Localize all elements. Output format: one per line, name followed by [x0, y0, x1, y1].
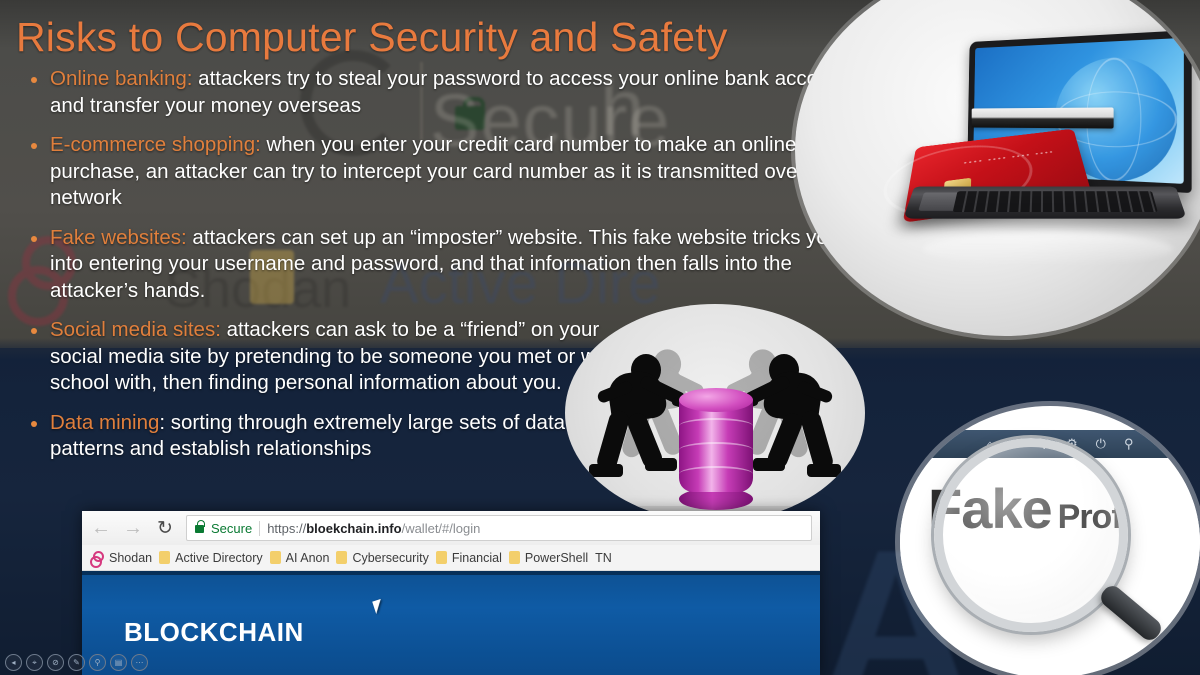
bookmark-label: Active Directory	[175, 550, 263, 565]
database-cylinder-icon	[679, 388, 753, 510]
bullet-label: Fake websites:	[50, 225, 187, 249]
laptop-base	[903, 186, 1187, 219]
presentation-slide: Secure h Shodan Active Dire A Risks to C…	[0, 0, 1200, 675]
bookmark-ai-anon[interactable]: AI Anon	[269, 550, 330, 565]
site-logo: BLOCKCHAIN	[124, 617, 304, 647]
url-text: https://bloekchain.info/wallet/#/login	[267, 521, 480, 536]
omnibox-divider	[259, 520, 261, 536]
back-button[interactable]: ←	[90, 517, 112, 540]
bullet-label: E-commerce shopping:	[50, 133, 261, 156]
bullet-dot-icon	[31, 77, 37, 83]
miner-foot-back	[589, 464, 623, 477]
browser-screenshot: ← → ↻ Secure https://bloekchain.info/wal…	[82, 511, 820, 675]
laptop-keyboard	[952, 191, 1158, 213]
url-scheme: https://	[267, 520, 307, 536]
url-path: /wallet/#/login	[401, 520, 481, 536]
folder-icon	[508, 551, 520, 564]
bookmark-active-directory[interactable]: Active Directory	[159, 551, 263, 565]
bookmark-label: PowerShell	[524, 550, 589, 565]
bullet-dot-icon	[31, 235, 37, 242]
bookmark-label: Cybersecurity	[352, 550, 429, 565]
url-host: bloekchain.info	[306, 520, 402, 536]
list-item: Online banking: attackers try to steal y…	[20, 66, 850, 119]
slide-menu-button[interactable]: ▤	[110, 654, 127, 671]
miner-foot-back	[807, 464, 841, 477]
previous-slide-button[interactable]: ◂	[5, 654, 22, 671]
bullet-dot-icon	[31, 328, 37, 334]
data-mining-illustration	[565, 304, 865, 522]
bookmark-tn[interactable]: TN	[595, 551, 612, 565]
more-options-button[interactable]: ⋯	[131, 654, 148, 671]
pen-button[interactable]: ⊘	[47, 654, 64, 671]
bookmark-label: TN	[595, 550, 612, 565]
bullet-label: Online banking:	[50, 67, 193, 90]
bookmarks-bar: Shodan Active Directory AI Anon Cybersec…	[82, 545, 820, 571]
forward-button[interactable]: →	[122, 517, 144, 540]
shodan-icon	[90, 550, 104, 568]
reload-button[interactable]: ↻	[154, 517, 176, 540]
lock-icon	[195, 520, 205, 533]
bookmark-label: AI Anon	[285, 550, 330, 565]
pointer-button[interactable]: ⌖	[26, 654, 43, 671]
list-item: Fake websites: attackers can set up an “…	[20, 225, 850, 305]
folder-icon	[435, 551, 447, 564]
bookmark-label: Shodan	[109, 550, 153, 565]
browser-toolbar: ← → ↻ Secure https://bloekchain.info/wal…	[82, 511, 820, 545]
search-icon[interactable]: ⚲	[1124, 436, 1134, 452]
database-body	[679, 400, 753, 492]
power-icon[interactable]: ⏻	[1096, 436, 1106, 452]
address-bar[interactable]: Secure https://bloekchain.info/wallet/#/…	[186, 515, 812, 541]
bookmark-shodan[interactable]: Shodan	[90, 550, 153, 568]
bookmark-label: Financial	[451, 550, 502, 565]
security-status-label: Secure	[211, 520, 253, 536]
magnifier-lens-icon	[934, 438, 1128, 632]
highlighter-button[interactable]: ✎	[68, 654, 85, 671]
bullet-label: Data mining	[50, 410, 160, 434]
database-top	[679, 388, 753, 412]
bookmark-financial[interactable]: Financial	[435, 550, 502, 565]
bookmark-cybersecurity[interactable]: Cybersecurity	[336, 550, 429, 565]
bookmark-powershell[interactable]: PowerShell	[508, 550, 589, 565]
presenter-toolbar: ◂ ⌖ ⊘ ✎ ⚲ ▤ ⋯	[5, 654, 148, 671]
site-content: BLOCKCHAIN	[82, 571, 820, 675]
slide-title: Risks to Computer Security and Safety	[16, 14, 728, 60]
bullet-dot-icon	[31, 143, 37, 149]
laptop-reflection	[923, 232, 1173, 266]
fake-profile-illustration: ⌂ ✉ ? ⚙ ⏻ ⚲ FakeProf	[900, 406, 1200, 675]
folder-icon	[159, 551, 171, 564]
miner-foot-front	[753, 458, 785, 471]
miner-foot-front	[645, 458, 677, 471]
folder-icon	[269, 551, 281, 564]
zoom-button[interactable]: ⚲	[89, 654, 106, 671]
bullet-label: Social media sites:	[50, 318, 221, 341]
folder-icon	[336, 551, 348, 564]
list-item: Social media sites: attackers can ask to…	[20, 317, 650, 397]
list-item: E-commerce shopping: when you enter your…	[20, 132, 850, 212]
laptop-graphic: •••• •••• •••• ••••	[874, 29, 1193, 266]
bullet-dot-icon	[31, 420, 37, 427]
card-slot	[971, 107, 1114, 129]
